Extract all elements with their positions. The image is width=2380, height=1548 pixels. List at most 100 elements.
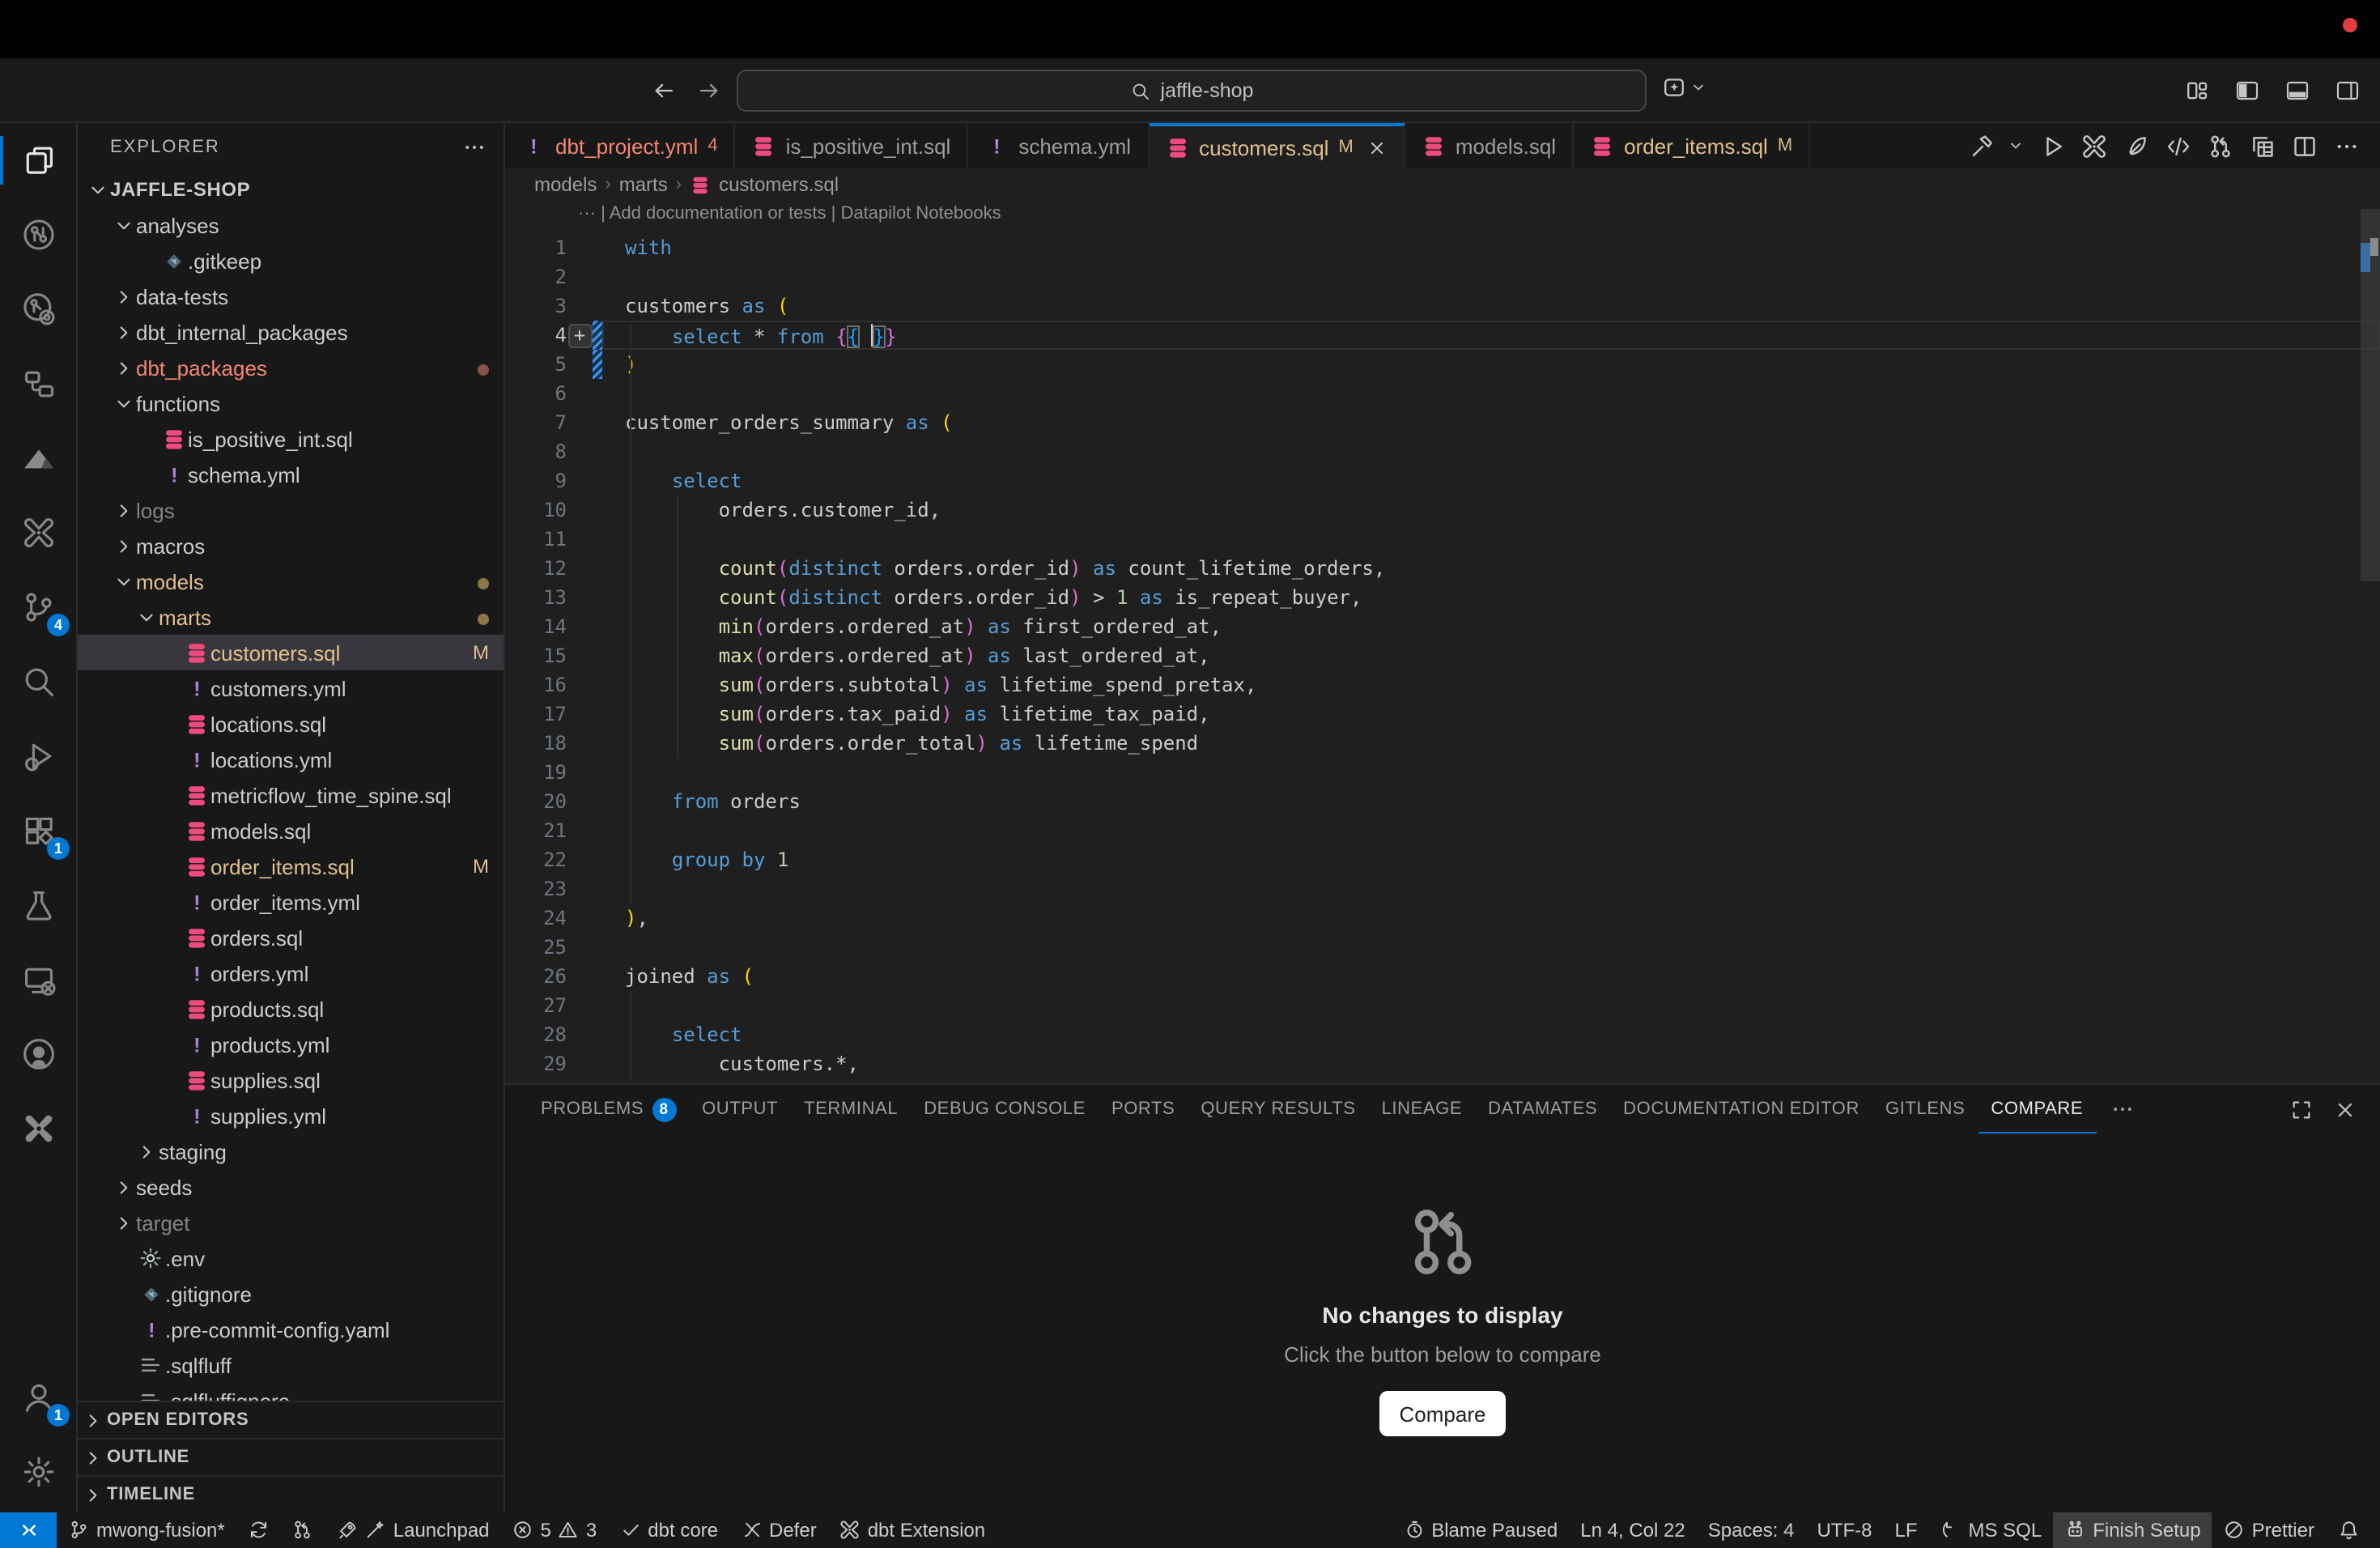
accounts-activity-item[interactable]: 1: [0, 1360, 76, 1435]
code-line[interactable]: 26joined as (: [505, 962, 2380, 991]
tree-item-locations-sql[interactable]: locations.sql: [78, 706, 505, 742]
panel-tab-documentation-editor[interactable]: DOCUMENTATION EDITOR: [1610, 1085, 1872, 1133]
code-line[interactable]: 12 count(distinct orders.order_id) as co…: [505, 554, 2380, 583]
tree-item-order-items-sql[interactable]: order_items.sqlM: [78, 848, 505, 884]
code-line[interactable]: 13 count(distinct orders.order_id) > 1 a…: [505, 583, 2380, 612]
panel-tab-compare[interactable]: COMPARE: [1978, 1085, 2096, 1133]
tree-item-functions[interactable]: functions: [78, 385, 505, 421]
code-line[interactable]: 20 from orders: [505, 787, 2380, 816]
panel-tab-datamates[interactable]: DATAMATES: [1475, 1085, 1610, 1133]
tree-item-data-tests[interactable]: data-tests: [78, 279, 505, 314]
prettier-status[interactable]: Prettier: [2212, 1512, 2326, 1548]
tree-item-schema-yml[interactable]: !schema.yml: [78, 457, 505, 492]
extensions-activity-item[interactable]: 1: [0, 793, 76, 868]
toggle-secondary-sidebar-icon[interactable]: [2335, 78, 2361, 104]
code-line[interactable]: 24),: [505, 904, 2380, 933]
panel-tab-gitlens[interactable]: GITLENS: [1872, 1085, 1978, 1133]
navigate-forward-icon[interactable]: [696, 78, 722, 104]
tree-item-target[interactable]: target: [78, 1205, 505, 1240]
branch-status[interactable]: mwong-fusion*: [57, 1512, 236, 1548]
code-line[interactable]: 11: [505, 525, 2380, 554]
section-outline[interactable]: OUTLINE: [78, 1438, 505, 1475]
tree-item-macros[interactable]: macros: [78, 528, 505, 563]
code-line[interactable]: 2: [505, 262, 2380, 291]
commit-graph-activity-item[interactable]: [0, 198, 76, 272]
tree-item-jaffle-shop[interactable]: JAFFLE-SHOP: [78, 172, 505, 207]
problems-status[interactable]: 53: [501, 1512, 609, 1548]
launchpad-status[interactable]: Launchpad: [325, 1512, 501, 1548]
tree-item-locations-yml[interactable]: !locations.yml: [78, 742, 505, 777]
tree-item-metricflow-time-spine-sql[interactable]: metricflow_time_spine.sql: [78, 777, 505, 813]
tree-item-staging[interactable]: staging: [78, 1133, 505, 1169]
dbt-extension-status[interactable]: dbt Extension: [828, 1512, 997, 1548]
settings-gear-activity-item[interactable]: [0, 1435, 76, 1509]
code-line[interactable]: 17 sum(orders.tax_paid) as lifetime_tax_…: [505, 700, 2380, 729]
tree-item-dbt-internal-packages[interactable]: dbt_internal_packages: [78, 314, 505, 350]
tree-item--sqlfluff[interactable]: .sqlfluff: [78, 1347, 505, 1383]
remote-explorer-activity-item[interactable]: [0, 942, 76, 1017]
run-debug-activity-item[interactable]: [0, 719, 76, 793]
datafold-activity-item[interactable]: [0, 421, 76, 495]
code-line[interactable]: 6: [505, 379, 2380, 408]
source-control-activity-item[interactable]: 4: [0, 570, 76, 644]
tree-item-analyses[interactable]: analyses: [78, 207, 505, 243]
breadcrumb-item[interactable]: customers.sql: [719, 173, 839, 196]
tree-item--gitkeep[interactable]: .gitkeep: [78, 243, 505, 279]
tab-models-sql[interactable]: models.sql: [1405, 123, 1574, 168]
hammer-icon[interactable]: [1969, 132, 1996, 159]
tree-item--pre-commit-config-yaml[interactable]: !.pre-commit-config.yaml: [78, 1312, 505, 1347]
compare-changes-status[interactable]: [281, 1512, 325, 1548]
section-timeline[interactable]: TIMELINE: [78, 1475, 505, 1512]
tree-item-products-yml[interactable]: !products.yml: [78, 1027, 505, 1062]
tree-item-seeds[interactable]: seeds: [78, 1169, 505, 1205]
code-line[interactable]: 23: [505, 874, 2380, 904]
panel-tab-ports[interactable]: PORTS: [1099, 1085, 1188, 1133]
tree-item-supplies-sql[interactable]: supplies.sql: [78, 1062, 505, 1098]
feather-icon[interactable]: [2123, 132, 2150, 159]
command-center-search[interactable]: jaffle-shop: [737, 70, 1647, 112]
code-line[interactable]: 7customer_orders_summary as (: [505, 408, 2380, 437]
dbt-filled-activity-item[interactable]: [0, 1091, 76, 1166]
sync-status[interactable]: [236, 1512, 281, 1548]
tab-schema-yml[interactable]: !schema.yml: [968, 123, 1149, 168]
code-line[interactable]: 3customers as (: [505, 291, 2380, 321]
defer-status[interactable]: Defer: [729, 1512, 828, 1548]
close-panel-icon[interactable]: [2333, 1097, 2357, 1121]
code-line[interactable]: 9 select: [505, 466, 2380, 495]
indentation-status[interactable]: Spaces: 4: [1697, 1512, 1806, 1548]
code-line[interactable]: 14 min(orders.ordered_at) as first_order…: [505, 612, 2380, 641]
panel-tab-terminal[interactable]: TERMINAL: [791, 1085, 911, 1133]
beaker-activity-item[interactable]: [0, 868, 76, 942]
commit-graph-alt-activity-item[interactable]: [0, 272, 76, 347]
tree-item--env[interactable]: .env: [78, 1240, 505, 1276]
section-open-editors[interactable]: OPEN EDITORS: [78, 1401, 505, 1438]
code-line[interactable]: 5): [505, 350, 2380, 379]
code-line[interactable]: 27: [505, 991, 2380, 1020]
more-actions-icon[interactable]: [2333, 132, 2361, 159]
flow-activity-item[interactable]: [0, 347, 76, 421]
customize-layout-icon[interactable]: [2184, 78, 2210, 104]
breadcrumb-item[interactable]: models: [534, 173, 597, 196]
remote-indicator[interactable]: [0, 1512, 57, 1548]
compare-changes-icon[interactable]: [2207, 132, 2234, 159]
search-activity-item[interactable]: [0, 644, 76, 719]
toggle-sidebar-icon[interactable]: [2234, 78, 2260, 104]
maximize-panel-icon[interactable]: [2289, 1097, 2314, 1121]
tree-item-products-sql[interactable]: products.sql: [78, 991, 505, 1027]
tab-customers-sql[interactable]: customers.sqlM: [1149, 123, 1405, 168]
dbt-core-status[interactable]: dbt core: [608, 1512, 729, 1548]
tab-dbt-project-yml[interactable]: !dbt_project.yml4: [505, 123, 736, 168]
tab-order-items-sql[interactable]: order_items.sqlM: [1574, 123, 1810, 168]
tree-item-customers-sql[interactable]: customers.sqlM: [78, 635, 505, 670]
tree-item-dbt-packages[interactable]: dbt_packages: [78, 350, 505, 385]
code-editor[interactable]: ··· | Add documentation or tests | Datap…: [505, 201, 2380, 1083]
code-line[interactable]: 1with: [505, 233, 2380, 262]
blame-status[interactable]: Blame Paused: [1392, 1512, 1569, 1548]
run-icon[interactable]: [2038, 132, 2066, 159]
add-action-button[interactable]: +: [567, 323, 592, 347]
code-line[interactable]: 15 max(orders.ordered_at) as last_ordere…: [505, 641, 2380, 670]
close-icon[interactable]: [1366, 137, 1388, 158]
tree-item-orders-sql[interactable]: orders.sql: [78, 920, 505, 955]
eol-status[interactable]: LF: [1883, 1512, 1928, 1548]
code-line[interactable]: 29 customers.*,: [505, 1049, 2380, 1078]
